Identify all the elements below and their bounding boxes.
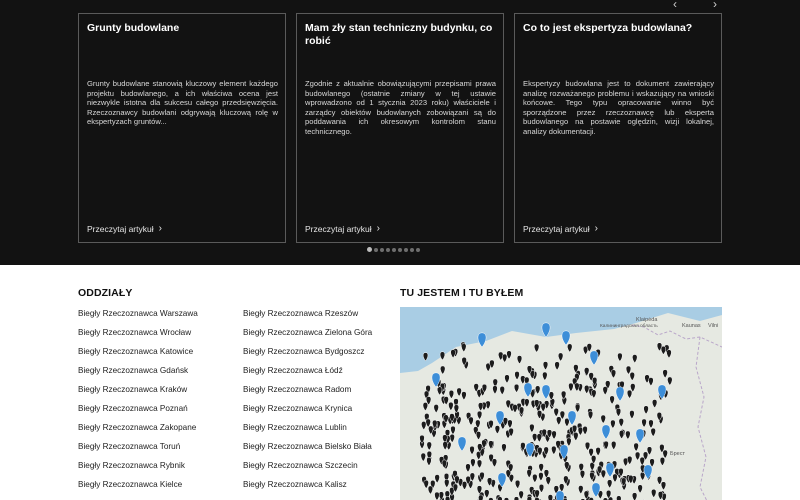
carousel-dot[interactable] (386, 247, 390, 252)
article-title[interactable]: Mam zły stan techniczny budynku, co robi… (305, 22, 495, 48)
branch-link[interactable]: Biegły Rzeczoznawca Radom (243, 385, 372, 404)
articles-carousel: ‹ › Grunty budowlane Grunty budowlane st… (0, 0, 800, 265)
carousel-dot[interactable] (367, 247, 372, 252)
branch-link[interactable]: Biegły Rzeczoznawca Kielce (78, 480, 198, 499)
branch-link[interactable]: Biegły Rzeczoznawca Kalisz (243, 480, 372, 499)
branch-link[interactable]: Biegły Rzeczoznawca Zielona Góra (243, 328, 372, 347)
carousel-dot[interactable] (410, 247, 414, 252)
location-marker-icon[interactable] (547, 494, 554, 500)
carousel-dot[interactable] (374, 247, 378, 252)
carousel-dot[interactable] (380, 247, 384, 252)
carousel-dot[interactable] (404, 247, 408, 252)
location-marker-icon[interactable] (526, 496, 533, 500)
branch-link[interactable]: Biegły Rzeczoznawca Bydgoszcz (243, 347, 372, 366)
branches-list: Biegły Rzeczoznawca Rzeszów Biegły Rzeczo… (243, 309, 372, 499)
read-article-label: Przeczytaj artykuł (305, 224, 372, 234)
branches-heading: ODDZIAŁY (78, 287, 133, 299)
carousel-pagination (367, 247, 420, 252)
chevron-left-icon: ‹ (673, 0, 677, 11)
map-label: Kaunas (682, 323, 701, 329)
chevron-right-icon: › (713, 0, 717, 11)
carousel-dot[interactable] (416, 247, 420, 252)
chevron-right-icon: › (158, 223, 162, 234)
location-marker-icon[interactable] (616, 495, 622, 500)
article-excerpt: Grunty budowlane stanowią kluczowy eleme… (87, 79, 278, 127)
article-title[interactable]: Grunty budowlane (87, 22, 277, 35)
article-card[interactable]: Co to jest ekspertyza budowlana? Ekspert… (514, 13, 722, 243)
carousel-next-button[interactable]: › (708, 0, 722, 11)
article-title[interactable]: Co to jest ekspertyza budowlana? (523, 22, 713, 35)
location-marker-icon[interactable] (631, 492, 638, 500)
branch-link[interactable]: Biegły Rzeczoznawca Katowice (78, 347, 198, 366)
branch-link[interactable]: Biegły Rzeczoznawca Kraków (78, 385, 198, 404)
map-label: Klaipėda (636, 317, 658, 323)
branch-link[interactable]: Biegły Rzeczoznawca Warszawa (78, 309, 198, 328)
carousel-dot[interactable] (398, 247, 402, 252)
carousel-dot[interactable] (392, 247, 396, 252)
read-article-link[interactable]: Przeczytaj artykuł › (305, 223, 380, 235)
map-label: Калининградская область (600, 323, 658, 329)
branch-link[interactable]: Biegły Rzeczoznawca Poznań (78, 404, 198, 423)
location-marker-icon[interactable] (497, 496, 503, 500)
article-card[interactable]: Grunty budowlane Grunty budowlane stanow… (78, 13, 286, 243)
branch-link[interactable]: Biegły Rzeczoznawca Toruń (78, 442, 198, 461)
branch-link[interactable]: Biegły Rzeczoznawca Gdańsk (78, 366, 198, 385)
branch-link[interactable]: Biegły Rzeczoznawca Zakopane (78, 423, 198, 442)
branch-link[interactable]: Biegły Rzeczoznawca Bielsko Biała (243, 442, 372, 461)
chevron-right-icon: › (594, 223, 598, 234)
read-article-label: Przeczytaj artykuł (523, 224, 590, 234)
article-excerpt: Ekspertyzy budowlana jest to dokument za… (523, 79, 714, 136)
featured-location-marker-icon[interactable] (555, 490, 565, 500)
chevron-right-icon: › (376, 223, 380, 234)
article-excerpt: Zgodnie z aktualnie obowiązującymi przep… (305, 79, 496, 136)
locations-map[interactable]: Klaipėda Kaunas Vilni Калининградская об… (400, 307, 722, 500)
map-label: Брест (670, 451, 685, 457)
location-marker-icon[interactable] (478, 494, 484, 500)
carousel-prev-button[interactable]: ‹ (668, 0, 682, 11)
read-article-link[interactable]: Przeczytaj artykuł › (87, 223, 162, 235)
branches-list: Biegły Rzeczoznawca Warszawa Biegły Rzecz… (78, 309, 198, 499)
branch-link[interactable]: Biegły Rzeczoznawca Łódź (243, 366, 372, 385)
map-label: Vilni (708, 323, 718, 329)
branch-link[interactable]: Biegły Rzeczoznawca Szczecin (243, 461, 372, 480)
branch-link[interactable]: Biegły Rzeczoznawca Rybnik (78, 461, 198, 480)
location-marker-icon[interactable] (444, 496, 451, 500)
branch-link[interactable]: Biegły Rzeczoznawca Wrocław (78, 328, 198, 347)
location-marker-icon[interactable] (513, 496, 520, 500)
read-article-label: Przeczytaj artykuł (87, 224, 154, 234)
article-card[interactable]: Mam zły stan techniczny budynku, co robi… (296, 13, 504, 243)
map-canvas[interactable]: Klaipėda Kaunas Vilni Калининградская об… (400, 307, 722, 500)
map-heading: TU JESTEM I TU BYŁEM (400, 287, 524, 299)
read-article-link[interactable]: Przeczytaj artykuł › (523, 223, 598, 235)
branch-link[interactable]: Biegły Rzeczoznawca Rzeszów (243, 309, 372, 328)
branch-link[interactable]: Biegły Rzeczoznawca Krynica (243, 404, 372, 423)
branch-link[interactable]: Biegły Rzeczoznawca Lublin (243, 423, 372, 442)
